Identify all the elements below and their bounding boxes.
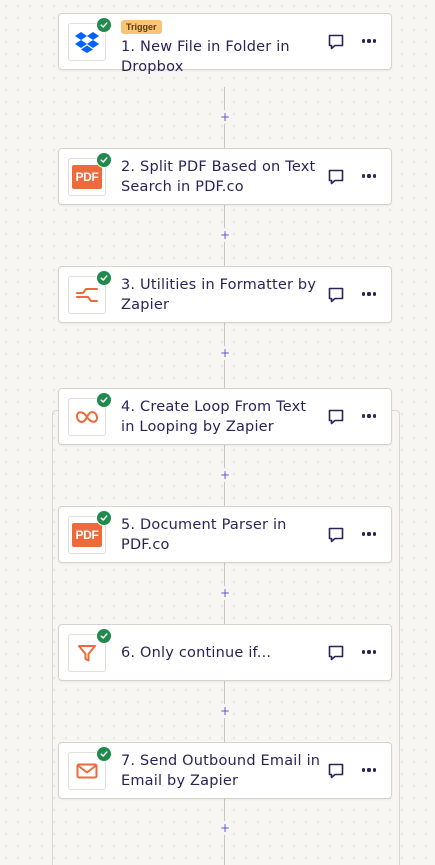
app-icon-looping [68,392,112,436]
add-step-button[interactable]: + [218,821,232,835]
comment-icon[interactable] [327,644,345,662]
app-icon-email [68,746,112,790]
add-step-button[interactable]: + [218,228,232,242]
step-title: 5. Document Parser in PDF.co [121,516,287,553]
app-icon-formatter [68,270,112,314]
step-title: 2. Split PDF Based on Text Search in PDF… [121,158,316,195]
app-icon-pdfco: PDF [68,152,112,196]
step-card-4[interactable]: 4. Create Loop From Text in Looping by Z… [58,388,392,445]
step-title: 3. Utilities in Formatter by Zapier [121,276,317,313]
add-step-button[interactable]: + [218,110,232,124]
comment-icon[interactable] [327,168,345,186]
check-icon [96,392,112,408]
check-icon [96,17,112,33]
step-title: 6. Only continue if... [121,644,272,661]
step-card-1[interactable]: Trigger 1. New File in Folder in Dropbox [58,13,392,75]
comment-icon[interactable] [327,33,345,51]
step-card-6[interactable]: 6. Only continue if... [58,624,392,681]
pdf-icon: PDF [72,165,102,189]
comment-icon[interactable] [327,526,345,544]
check-icon [96,152,112,168]
check-icon [96,510,112,526]
add-step-button[interactable]: + [218,468,232,482]
step-title: 7. Send Outbound Email in Email by Zapie… [121,752,321,789]
add-step-button[interactable]: + [218,586,232,600]
step-title: 1. New File in Folder in Dropbox [121,39,290,75]
filter-icon [78,645,96,662]
add-step-button[interactable]: + [218,704,232,718]
pdf-icon: PDF [72,523,102,547]
app-icon-pdfco: PDF [68,510,112,554]
app-icon-filter [68,628,112,672]
add-step-button[interactable]: + [218,346,232,360]
more-options-button[interactable] [359,285,379,303]
formatter-icon [76,288,98,302]
step-card-3[interactable]: 3. Utilities in Formatter by Zapier [58,266,392,323]
check-icon [96,270,112,286]
check-icon [96,746,112,762]
comment-icon[interactable] [327,762,345,780]
step-title: 4. Create Loop From Text in Looping by Z… [121,398,307,435]
step-card-7[interactable]: 7. Send Outbound Email in Email by Zapie… [58,742,392,799]
app-icon-dropbox [68,17,112,61]
comment-icon[interactable] [327,408,345,426]
more-options-button[interactable] [359,643,379,661]
comment-icon[interactable] [327,286,345,304]
loop-icon [76,411,98,423]
more-options-button[interactable] [359,761,379,779]
step-card-2[interactable]: PDF 2. Split PDF Based on Text Search in… [58,148,392,205]
check-icon [96,628,112,644]
more-options-button[interactable] [359,32,379,50]
email-icon [76,763,98,779]
step-card-5[interactable]: PDF 5. Document Parser in PDF.co [58,506,392,563]
more-options-button[interactable] [359,525,379,543]
more-options-button[interactable] [359,167,379,185]
more-options-button[interactable] [359,407,379,425]
dropbox-icon [75,32,99,53]
